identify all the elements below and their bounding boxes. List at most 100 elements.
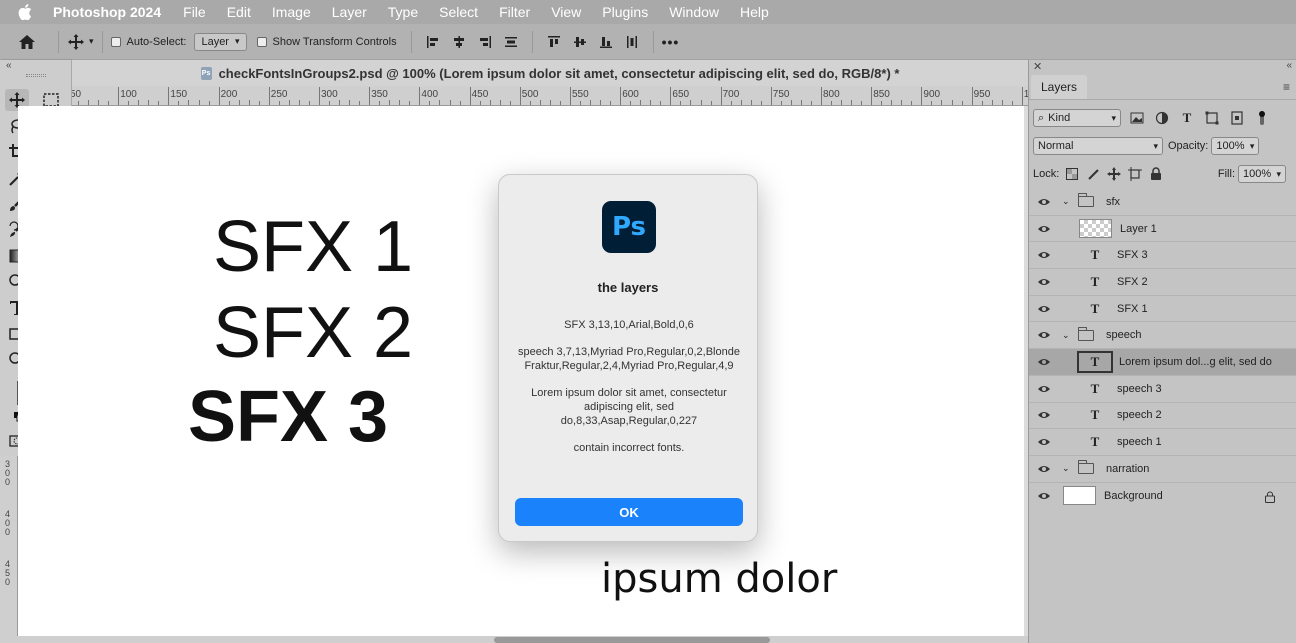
- dialog-message: SFX 3,13,10,Arial,Bold,0,6 speech 3,7,13…: [517, 318, 741, 468]
- ruler-minor-tick: [509, 101, 511, 105]
- chevron-down-icon[interactable]: ⌄: [1062, 196, 1074, 207]
- menu-file[interactable]: File: [183, 4, 206, 20]
- distribute-vertical-icon[interactable]: [619, 32, 645, 52]
- ruler-minor-tick: [479, 101, 481, 105]
- layer-row-text-selected[interactable]: T Lorem ipsum dol...g elit, sed do: [1029, 349, 1296, 376]
- visibility-eye-icon[interactable]: [1029, 410, 1059, 420]
- canvas-text-sfx2[interactable]: SFX 2: [213, 292, 413, 374]
- layer-row-group[interactable]: ⌄ speech: [1029, 322, 1296, 350]
- menu-layer[interactable]: Layer: [332, 4, 367, 20]
- chevron-down-icon[interactable]: ▾: [89, 36, 94, 47]
- apple-icon[interactable]: [18, 4, 36, 20]
- filter-type-icon[interactable]: T: [1178, 109, 1196, 127]
- visibility-eye-icon[interactable]: [1029, 277, 1059, 287]
- menu-help[interactable]: Help: [740, 4, 769, 20]
- menu-edit[interactable]: Edit: [227, 4, 251, 20]
- vertical-ruler[interactable]: 3 0 0 4 0 0 4 5 0: [0, 456, 18, 636]
- canvas-text-sfx1[interactable]: SFX 1: [213, 206, 413, 288]
- ruler-minor-tick: [730, 101, 732, 105]
- layer-row-text[interactable]: T SFX 1: [1029, 296, 1296, 323]
- show-transform-controls-checkbox[interactable]: [256, 36, 267, 47]
- layer-row-text[interactable]: T SFX 2: [1029, 269, 1296, 296]
- horizontal-scrollbar[interactable]: [494, 637, 770, 643]
- layer-row-group[interactable]: ⌄ sfx: [1029, 189, 1296, 216]
- menu-window[interactable]: Window: [669, 4, 719, 20]
- align-center-icon[interactable]: [446, 32, 472, 52]
- fill-input[interactable]: 100% ▾: [1238, 165, 1286, 183]
- opacity-input[interactable]: 100% ▾: [1211, 137, 1260, 155]
- more-options-icon[interactable]: •••: [662, 34, 680, 50]
- ruler-minor-tick: [499, 100, 501, 105]
- layer-row-text[interactable]: T SFX 3: [1029, 242, 1296, 270]
- collapse-icon[interactable]: «: [6, 60, 12, 71]
- layer-row-text[interactable]: T speech 2: [1029, 403, 1296, 430]
- align-top-icon[interactable]: [541, 32, 567, 52]
- ruler-label: 550: [572, 89, 589, 100]
- align-middle-icon[interactable]: [567, 32, 593, 52]
- app-name-menu[interactable]: Photoshop 2024: [53, 4, 161, 20]
- chevron-down-icon: ▾: [1111, 112, 1116, 123]
- close-icon[interactable]: ✕: [1033, 60, 1042, 73]
- filter-toggle-icon[interactable]: [1253, 109, 1271, 127]
- visibility-eye-icon[interactable]: [1029, 464, 1059, 474]
- visibility-eye-icon[interactable]: [1029, 384, 1059, 394]
- blend-mode-dropdown[interactable]: Normal ▾: [1033, 137, 1163, 155]
- menu-view[interactable]: View: [551, 4, 581, 20]
- align-left-icon[interactable]: [420, 32, 446, 52]
- filter-smart-object-icon[interactable]: [1228, 109, 1246, 127]
- move-tool-icon[interactable]: [67, 33, 85, 51]
- align-right-icon[interactable]: [472, 32, 498, 52]
- menu-image[interactable]: Image: [272, 4, 311, 20]
- visibility-eye-icon[interactable]: [1029, 250, 1059, 260]
- filter-adjustment-icon[interactable]: [1153, 109, 1171, 127]
- layer-row-group[interactable]: ⌄ narration: [1029, 456, 1296, 483]
- layer-row-pixel[interactable]: Layer 1: [1029, 216, 1296, 243]
- ruler-tick: [770, 87, 772, 105]
- chevron-down-icon[interactable]: ⌄: [1062, 463, 1074, 474]
- visibility-eye-icon[interactable]: [1029, 437, 1059, 447]
- visibility-eye-icon[interactable]: [1029, 491, 1059, 501]
- distribute-icon[interactable]: [498, 32, 524, 52]
- panel-menu-icon[interactable]: ≡: [1283, 80, 1290, 94]
- layer-row-text[interactable]: T speech 3: [1029, 376, 1296, 403]
- lock-transparent-icon[interactable]: [1063, 165, 1081, 183]
- menu-type[interactable]: Type: [388, 4, 418, 20]
- visibility-eye-icon[interactable]: [1029, 304, 1059, 314]
- visibility-eye-icon[interactable]: [1029, 330, 1059, 340]
- canvas-text-lorem[interactable]: ipsum dolor: [601, 556, 837, 602]
- menu-plugins[interactable]: Plugins: [602, 4, 648, 20]
- canvas-text-sfx3[interactable]: SFX 3: [188, 376, 388, 458]
- layer-list: ⌄ sfx Layer 1 T SFX 3 T SFX 2 T SFX 1 ⌄: [1029, 189, 1296, 509]
- menu-filter[interactable]: Filter: [499, 4, 530, 20]
- ruler-tick: [369, 87, 371, 105]
- ruler-tick: [268, 87, 270, 105]
- align-bottom-icon[interactable]: [593, 32, 619, 52]
- auto-select-checkbox[interactable]: [110, 36, 121, 47]
- horizontal-ruler[interactable]: 50 100 150 200 250 300 350 400 450 500 550 600 650 70…: [72, 86, 1028, 106]
- filter-kind-dropdown[interactable]: ⌕ Kind ▾: [1033, 109, 1121, 127]
- chevron-down-icon[interactable]: ⌄: [1062, 330, 1074, 341]
- layer-row-background[interactable]: Background: [1029, 483, 1296, 510]
- lock-position-icon[interactable]: [1105, 165, 1123, 183]
- visibility-eye-icon[interactable]: [1029, 357, 1059, 367]
- layer-row-text[interactable]: T speech 1: [1029, 429, 1296, 456]
- filter-shape-icon[interactable]: [1203, 109, 1221, 127]
- ok-button[interactable]: OK: [515, 498, 743, 526]
- filter-pixel-icon[interactable]: [1128, 109, 1146, 127]
- lock-icon[interactable]: [1265, 491, 1275, 506]
- lock-pixels-icon[interactable]: [1084, 165, 1102, 183]
- tab-layers[interactable]: Layers: [1031, 75, 1088, 99]
- ruler-tick: [419, 87, 421, 105]
- auto-select-dropdown[interactable]: Layer ▾: [194, 32, 247, 51]
- lock-all-icon[interactable]: [1147, 165, 1165, 183]
- visibility-eye-icon[interactable]: [1029, 224, 1059, 234]
- menu-select[interactable]: Select: [439, 4, 478, 20]
- ruler-tick: [118, 87, 120, 105]
- home-icon[interactable]: [18, 34, 36, 50]
- panel-grip[interactable]: [26, 74, 46, 77]
- visibility-eye-icon[interactable]: [1029, 197, 1059, 207]
- ruler-minor-tick: [559, 101, 561, 105]
- lock-artboard-icon[interactable]: [1126, 165, 1144, 183]
- document-tab[interactable]: Ps checkFontsInGroups2.psd @ 100% (Lorem…: [72, 60, 1028, 86]
- collapse-icon[interactable]: «: [1286, 60, 1292, 71]
